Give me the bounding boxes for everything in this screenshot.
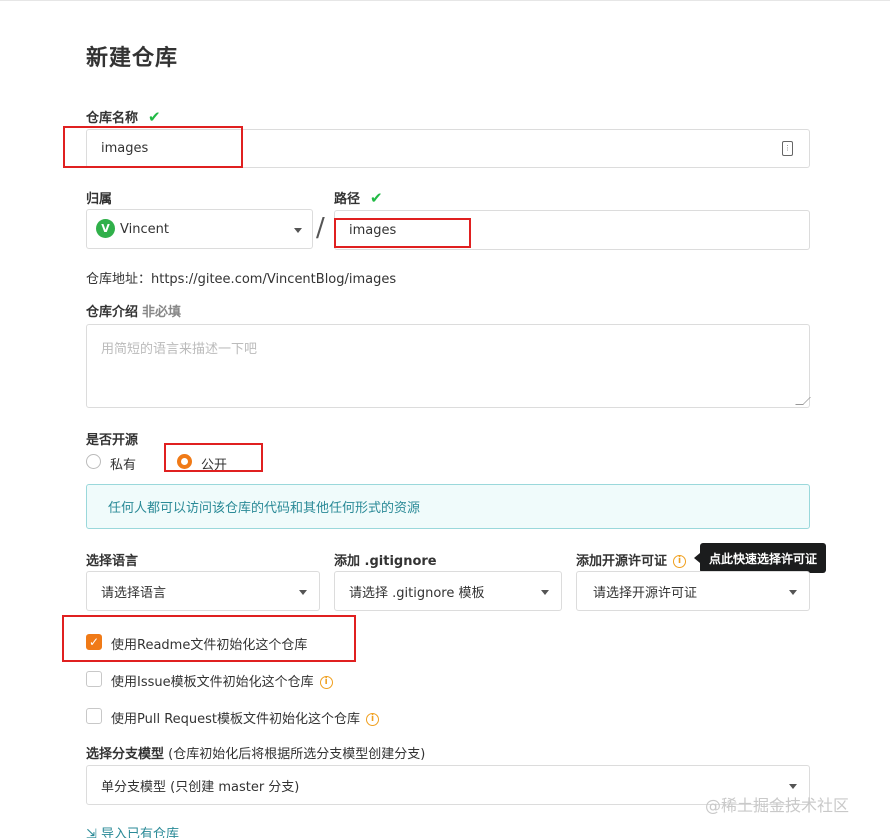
valid-check-icon: ✔ [370, 189, 383, 207]
clipboard-icon[interactable]: ⋮ [782, 141, 793, 156]
pr-template-checkbox[interactable] [86, 708, 102, 724]
chevron-down-icon [789, 590, 797, 595]
owner-label: 归属 [86, 192, 113, 207]
branch-model-label-text: 选择分支模型 [86, 747, 165, 762]
branch-model-value: 单分支模型 (只创建 master 分支) [101, 779, 300, 795]
top-divider [0, 0, 890, 1]
visibility-notice-text: 任何人都可以访问该仓库的代码和其他任何形式的资源 [108, 501, 421, 516]
branch-model-label: 选择分支模型 (仓库初始化后将根据所选分支模型创建分支) [86, 743, 425, 762]
license-label: 添加开源许可证 i [576, 550, 687, 569]
highlight-box-public [164, 443, 263, 472]
path-label-text: 路径 [334, 192, 361, 207]
license-select[interactable]: 请选择开源许可证 [576, 571, 810, 611]
valid-check-icon: ✔ [148, 108, 161, 126]
language-select[interactable]: 请选择语言 [86, 571, 320, 611]
radio-private[interactable] [86, 454, 101, 469]
license-tooltip: 点此快速选择许可证 [694, 543, 826, 573]
import-icon: ⇲ [86, 827, 97, 838]
resize-handle[interactable] [795, 397, 811, 405]
repo-name-label-text: 仓库名称 [86, 111, 139, 126]
info-icon[interactable]: i [319, 676, 333, 689]
chevron-down-icon [294, 228, 302, 233]
pr-template-option: 使用Pull Request模板文件初始化这个仓库 i [111, 708, 380, 727]
repo-url: 仓库地址：https://gitee.com/VincentBlog/image… [86, 272, 397, 287]
branch-model-select[interactable]: 单分支模型 (只创建 master 分支) [86, 765, 810, 805]
chevron-down-icon [541, 590, 549, 595]
info-icon[interactable]: i [366, 713, 380, 726]
gitignore-select[interactable]: 请选择 .gitignore 模板 [334, 571, 562, 611]
chevron-down-icon [789, 784, 797, 789]
intro-label: 仓库介绍 非必填 [86, 301, 181, 320]
highlight-box-repo-name [63, 126, 243, 168]
intro-placeholder: 用简短的语言来描述一下吧 [101, 342, 258, 357]
gitignore-label: 添加 .gitignore [334, 554, 437, 569]
repo-name-label: 仓库名称 ✔ [86, 107, 161, 126]
radio-private-label[interactable]: 私有 [110, 454, 136, 473]
language-value: 请选择语言 [101, 585, 167, 601]
issue-template-option-label[interactable]: 使用Issue模板文件初始化这个仓库 [111, 675, 314, 690]
pr-template-option-label[interactable]: 使用Pull Request模板文件初始化这个仓库 [111, 712, 360, 727]
intro-textarea[interactable]: 用简短的语言来描述一下吧 [86, 324, 811, 408]
intro-label-text: 仓库介绍 [86, 305, 139, 320]
language-label: 选择语言 [86, 554, 139, 569]
page-title: 新建仓库 [86, 46, 179, 71]
issue-template-option: 使用Issue模板文件初始化这个仓库 i [111, 671, 333, 690]
path-label: 路径 ✔ [334, 188, 383, 207]
visibility-label: 是否开源 [86, 433, 139, 448]
issue-template-checkbox[interactable] [86, 671, 102, 687]
optional-tag: 非必填 [142, 305, 182, 320]
import-repo-link[interactable]: ⇲ 导入已有仓库 [86, 823, 179, 838]
chevron-down-icon [299, 590, 307, 595]
gitignore-value: 请选择 .gitignore 模板 [349, 585, 485, 601]
watermark: @稀土掘金技术社区 [705, 796, 850, 815]
info-icon[interactable]: i [673, 555, 687, 568]
owner-select[interactable]: Vincent [86, 209, 313, 249]
branch-model-hint: (仓库初始化后将根据所选分支模型创建分支) [168, 747, 426, 762]
highlight-box-readme [62, 615, 356, 662]
visibility-notice: 任何人都可以访问该仓库的代码和其他任何形式的资源 [86, 484, 810, 529]
license-label-text: 添加开源许可证 [576, 554, 668, 569]
license-value: 请选择开源许可证 [593, 585, 698, 601]
import-repo-label: 导入已有仓库 [101, 827, 180, 838]
owner-value: Vincent [120, 221, 169, 237]
path-separator: / [316, 213, 325, 243]
highlight-box-path [334, 218, 471, 248]
avatar: V [96, 219, 115, 238]
